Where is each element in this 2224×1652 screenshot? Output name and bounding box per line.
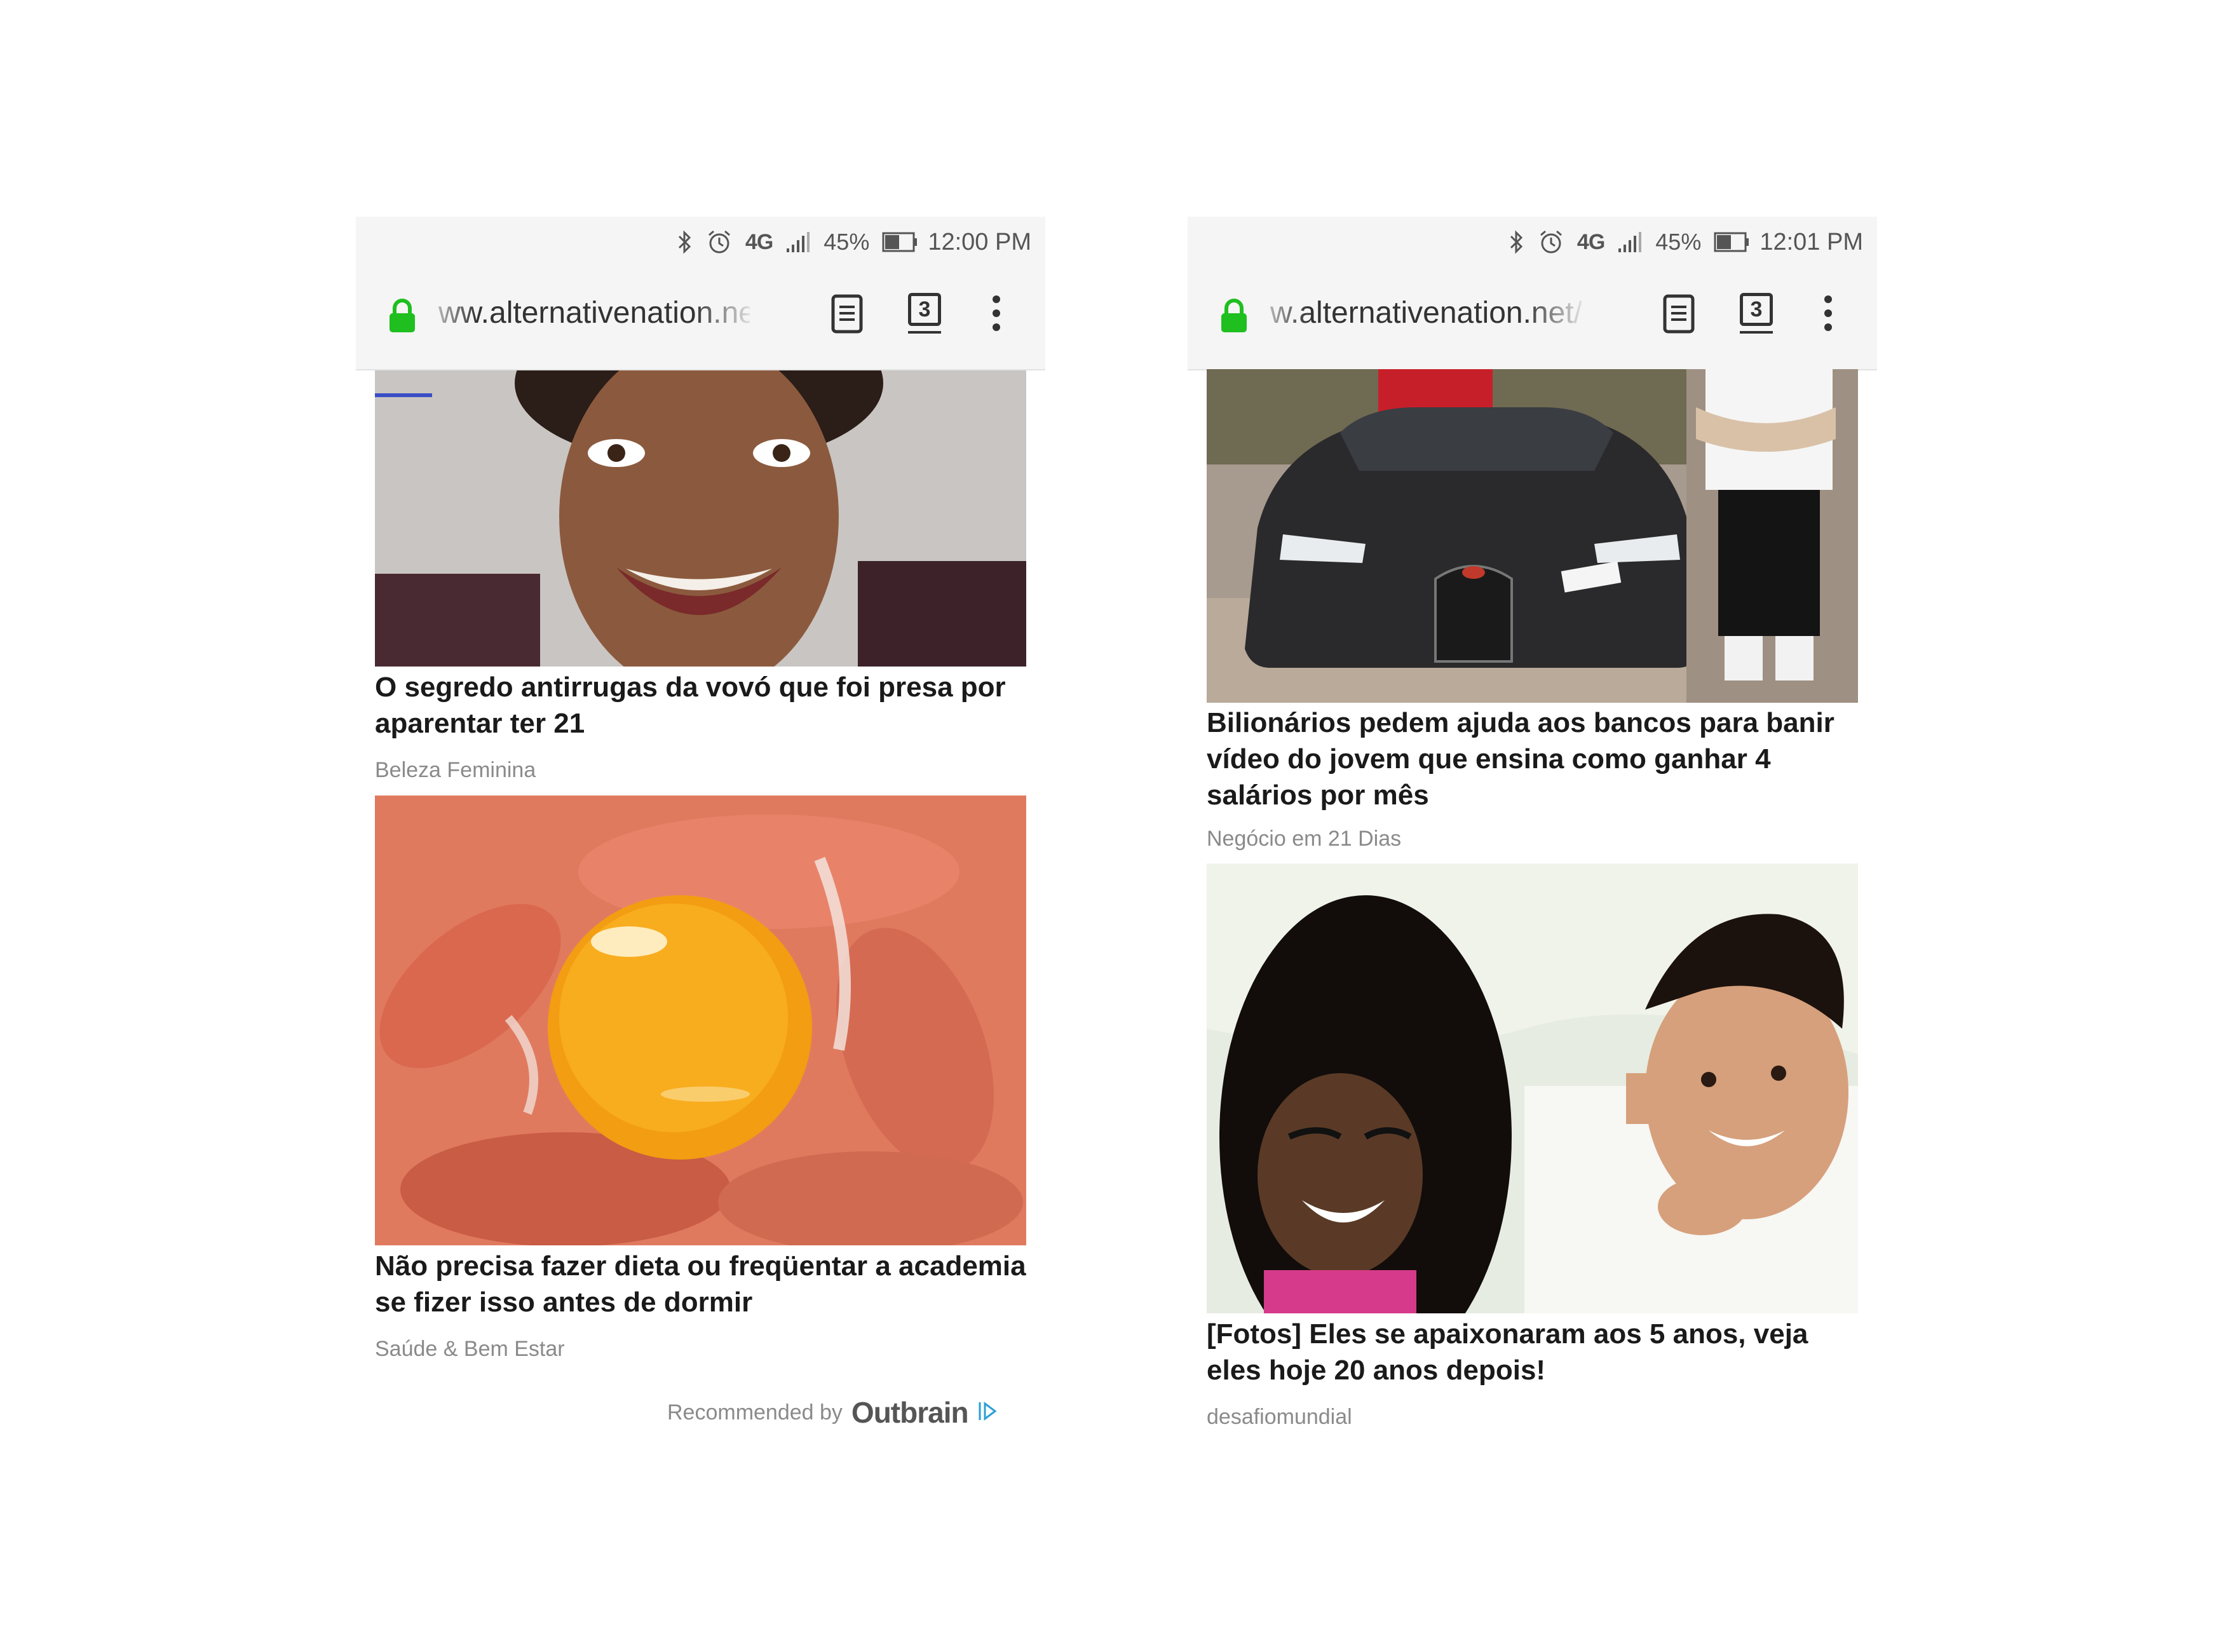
signal-strength-icon — [785, 231, 811, 254]
url-text[interactable]: w.alternativenation.net/bi — [1270, 295, 1582, 330]
tab-underline — [1740, 331, 1773, 334]
tab-count: 3 — [908, 293, 941, 326]
article-thumbnail-black-supercar[interactable] — [1207, 369, 1858, 703]
overflow-menu-icon[interactable] — [991, 294, 1001, 335]
article-title[interactable]: Bilionários pedem ajuda aos bancos para … — [1207, 705, 1858, 813]
bluetooth-icon — [1509, 229, 1525, 255]
reader-mode-icon[interactable] — [1663, 294, 1695, 337]
overflow-menu-icon[interactable] — [1823, 294, 1833, 335]
battery-icon — [882, 231, 918, 253]
battery-percent: 45% — [824, 229, 870, 255]
article-title[interactable]: Não precisa fazer dieta ou freqüentar a … — [375, 1248, 1026, 1320]
battery-icon — [1714, 231, 1749, 253]
article-title[interactable]: O segredo antirrugas da vovó que foi pre… — [375, 669, 1026, 741]
signal-strength-icon — [1617, 231, 1643, 254]
tab-underline — [908, 331, 941, 334]
recommended-label: Recommended by — [667, 1400, 843, 1425]
article-source[interactable]: Saúde & Bem Estar — [375, 1337, 565, 1362]
lock-icon — [1219, 298, 1249, 337]
status-clock: 12:00 PM — [928, 228, 1031, 255]
bluetooth-icon — [677, 229, 693, 255]
article-thumbnail-egg-yolk[interactable] — [375, 796, 1026, 1245]
reader-mode-icon[interactable] — [831, 294, 863, 337]
tab-switcher-button[interactable]: 3 — [1740, 293, 1777, 334]
article-source[interactable]: desafiomundial — [1207, 1405, 1352, 1430]
network-type-label: 4G — [745, 229, 773, 254]
article-title[interactable]: [Fotos] Eles se apaixonaram aos 5 anos, … — [1207, 1316, 1858, 1388]
outbrain-logo: Outbrain — [851, 1396, 969, 1429]
lock-icon — [388, 298, 417, 337]
url-text[interactable]: ww.alternativenation.net/to — [438, 295, 750, 330]
browser-toolbar: 4G 45% 12:00 PM ww.alternativenation.net… — [356, 217, 1045, 370]
alarm-icon — [1538, 229, 1564, 255]
article-thumbnail-two-children[interactable] — [1207, 863, 1858, 1313]
alarm-icon — [706, 229, 733, 255]
address-bar[interactable]: ww.alternativenation.net/to 3 — [356, 280, 1045, 344]
browser-toolbar: 4G 45% 12:01 PM w.alternativenation.net/… — [1188, 217, 1877, 370]
tab-switcher-button[interactable]: 3 — [908, 293, 945, 334]
status-bar: 4G 45% 12:00 PM — [677, 223, 1031, 261]
article-thumbnail-smiling-woman[interactable] — [375, 370, 1026, 667]
browser-screen-left: 4G 45% 12:00 PM ww.alternativenation.net… — [356, 217, 1045, 1487]
recommended-by-outbrain[interactable]: Recommended by Outbrain — [667, 1395, 998, 1430]
browser-screen-right: 4G 45% 12:01 PM w.alternativenation.net/… — [1188, 217, 1877, 1487]
article-source[interactable]: Beleza Feminina — [375, 758, 536, 783]
battery-percent: 45% — [1655, 229, 1702, 255]
status-clock: 12:01 PM — [1760, 228, 1863, 255]
adchoices-icon[interactable] — [977, 1400, 998, 1426]
network-type-label: 4G — [1576, 229, 1605, 254]
status-bar: 4G 45% 12:01 PM — [1509, 223, 1863, 261]
address-bar[interactable]: w.alternativenation.net/bi 3 — [1188, 280, 1877, 344]
tab-count: 3 — [1740, 293, 1773, 326]
article-source[interactable]: Negócio em 21 Dias — [1207, 827, 1401, 851]
